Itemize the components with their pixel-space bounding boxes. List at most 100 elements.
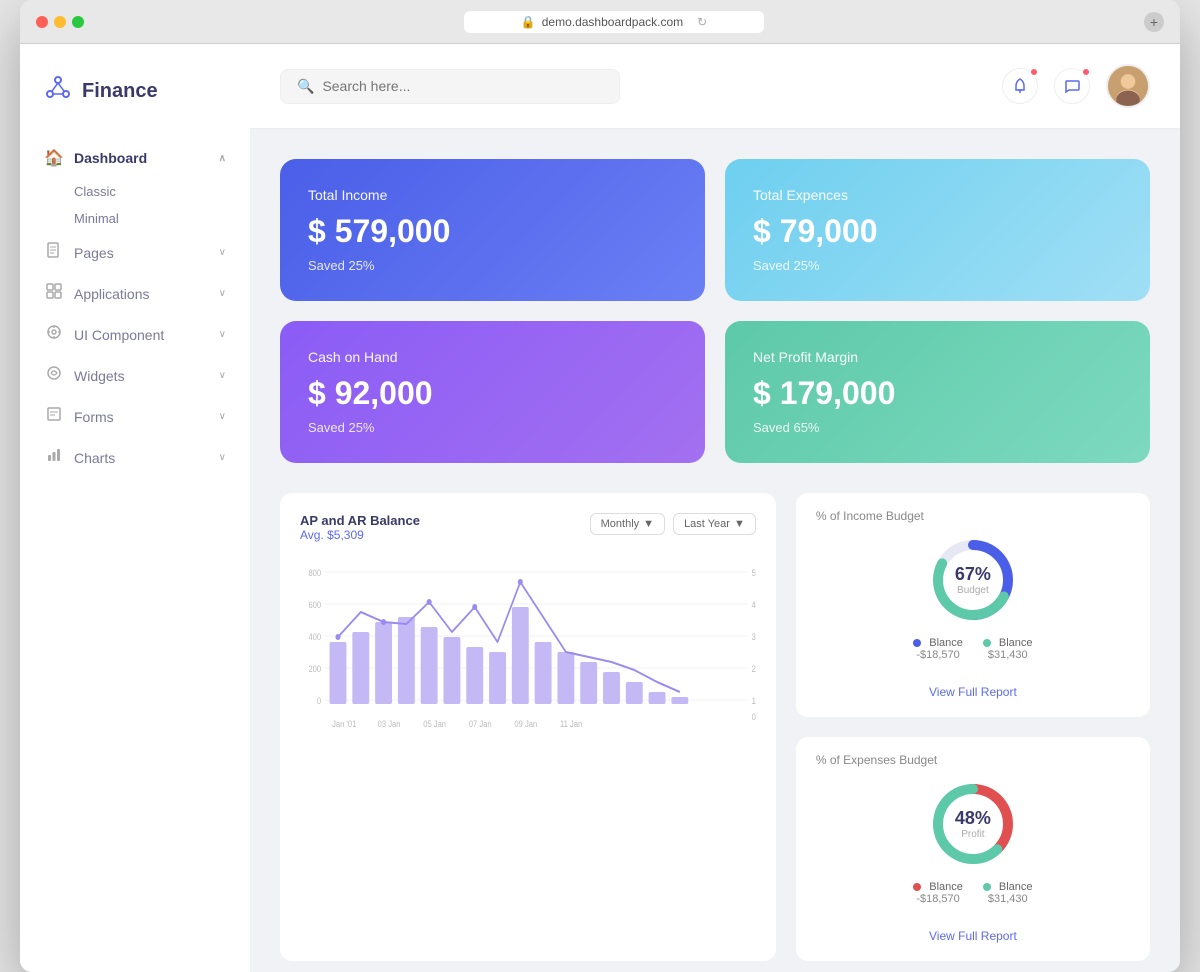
maximize-dot[interactable] [72,16,84,28]
sidebar-item-label: Pages [74,245,114,261]
stat-label: Net Profit Margin [753,349,1122,365]
stat-value: $ 579,000 [308,213,677,250]
legend-label-1: Blance [929,881,963,893]
stat-value: $ 79,000 [753,213,1122,250]
view-full-report-link[interactable]: View Full Report [929,685,1017,699]
avatar[interactable] [1106,64,1150,108]
bar-chart-svg: 800 600 400 200 0 50 40 30 20 10 [300,552,756,772]
stat-label: Total Expences [753,187,1122,203]
sidebar-item-ui-component[interactable]: UI Component ∨ [20,314,250,355]
donut-legend: Blance -$18,570 Blance [913,637,1032,661]
sidebar: Finance 🏠 Dashboard ∧ Classic Minimal [20,44,250,972]
svg-text:0: 0 [317,695,322,706]
filter2-label: Last Year [684,518,730,530]
svg-text:800: 800 [308,567,321,578]
stat-card-total-expenses: Total Expences $ 79,000 Saved 25% [725,159,1150,301]
donut-wrapper: 48% Profit Blance [816,779,1130,945]
donut-card-income-budget: % of Income Budget 67% [796,493,1150,717]
legend-dot-2 [983,883,991,891]
donut-charts-column: % of Income Budget 67% [796,493,1150,961]
sidebar-item-label: Forms [74,409,114,425]
donut-wrapper: 67% Budget Blance [816,535,1130,701]
home-icon: 🏠 [44,148,64,168]
sidebar-item-dashboard[interactable]: 🏠 Dashboard ∧ [20,138,250,178]
stat-value: $ 92,000 [308,375,677,412]
refresh-icon[interactable]: ↻ [697,15,707,29]
forms-icon [44,406,64,427]
content-area: Total Income $ 579,000 Saved 25% Total E… [250,129,1180,972]
main-content: 🔍 [250,44,1180,972]
chart-filters: Monthly ▼ Last Year ▼ [590,513,756,535]
chart-subtitle: Avg. $5,309 [300,528,420,542]
donut-center: 67% Budget [955,564,991,596]
donut-legend: Blance -$18,570 Blance [913,881,1032,905]
bar-chart-area: 800 600 400 200 0 50 40 30 20 10 [300,552,756,777]
donut-percent: 48% [955,808,991,829]
legend-dot-1 [913,639,921,647]
lock-icon: 🔒 [521,15,536,29]
charts-icon [44,447,64,468]
message-badge [1081,67,1091,77]
donut-chart-expenses: 48% Profit [928,779,1018,869]
svg-text:Jan '01: Jan '01 [332,718,357,729]
chevron-down-icon: ∨ [219,329,226,340]
donut-label: Budget [955,585,991,596]
new-tab-button[interactable]: + [1144,12,1164,32]
avatar-image [1108,66,1148,106]
svg-text:400: 400 [308,631,321,642]
legend-item-1: Blance -$18,570 [913,637,963,661]
svg-text:50: 50 [752,567,756,578]
sidebar-item-pages[interactable]: Pages ∨ [20,232,250,273]
svg-text:07 Jan: 07 Jan [469,718,492,729]
sidebar-sub-item-minimal[interactable]: Minimal [20,205,250,232]
stat-card-total-income: Total Income $ 579,000 Saved 25% [280,159,705,301]
search-bar[interactable]: 🔍 [280,69,620,104]
bottom-grid: AP and AR Balance Avg. $5,309 Monthly ▼ … [280,493,1150,961]
sidebar-item-forms[interactable]: Forms ∨ [20,396,250,437]
svg-text:10: 10 [752,695,756,706]
donut-title: % of Expenses Budget [816,753,1130,767]
legend-item-2: Blance $31,430 [983,637,1033,661]
browser-chrome: 🔒 demo.dashboardpack.com ↻ + [20,0,1180,44]
search-input[interactable] [322,78,603,94]
svg-text:03 Jan: 03 Jan [378,718,401,729]
sidebar-item-charts[interactable]: Charts ∨ [20,437,250,478]
filter-monthly-button[interactable]: Monthly ▼ [590,513,665,535]
sidebar-item-label: Applications [74,286,150,302]
ui-component-icon [44,324,64,345]
chevron-down-icon: ∨ [219,288,226,299]
sidebar-item-widgets[interactable]: Widgets ∨ [20,355,250,396]
close-dot[interactable] [36,16,48,28]
donut-label: Profit [955,829,991,840]
filter-last-year-button[interactable]: Last Year ▼ [673,513,756,535]
donut-card-expenses-budget: % of Expenses Budget 48% [796,737,1150,961]
notification-badge [1029,67,1039,77]
donut-title: % of Income Budget [816,509,1130,523]
stat-label: Cash on Hand [308,349,677,365]
donut-percent: 67% [955,564,991,585]
url-input[interactable]: 🔒 demo.dashboardpack.com ↻ [464,11,764,33]
chart-title-group: AP and AR Balance Avg. $5,309 [300,513,420,542]
stat-value: $ 179,000 [753,375,1122,412]
stat-sub: Saved 25% [308,258,677,273]
sidebar-item-applications[interactable]: Applications ∨ [20,273,250,314]
chevron-down-icon: ∨ [219,452,226,463]
stat-label: Total Income [308,187,677,203]
message-button[interactable] [1054,68,1090,104]
legend-item-2: Blance $31,430 [983,881,1033,905]
svg-text:600: 600 [308,599,321,610]
sidebar-item-label: Dashboard [74,150,147,166]
sidebar-sub-item-classic[interactable]: Classic [20,178,250,205]
legend-label-2: Blance [999,881,1033,893]
logo-area: Finance [20,64,250,138]
browser-window: 🔒 demo.dashboardpack.com ↻ + [20,0,1180,972]
minimize-dot[interactable] [54,16,66,28]
svg-text:30: 30 [752,631,756,642]
header: 🔍 [250,44,1180,129]
svg-text:05 Jan: 05 Jan [423,718,446,729]
notification-button[interactable] [1002,68,1038,104]
stat-card-net-profit: Net Profit Margin $ 179,000 Saved 65% [725,321,1150,463]
chart-title: AP and AR Balance [300,513,420,528]
view-full-report-link-2[interactable]: View Full Report [929,929,1017,943]
stat-sub: Saved 25% [308,420,677,435]
